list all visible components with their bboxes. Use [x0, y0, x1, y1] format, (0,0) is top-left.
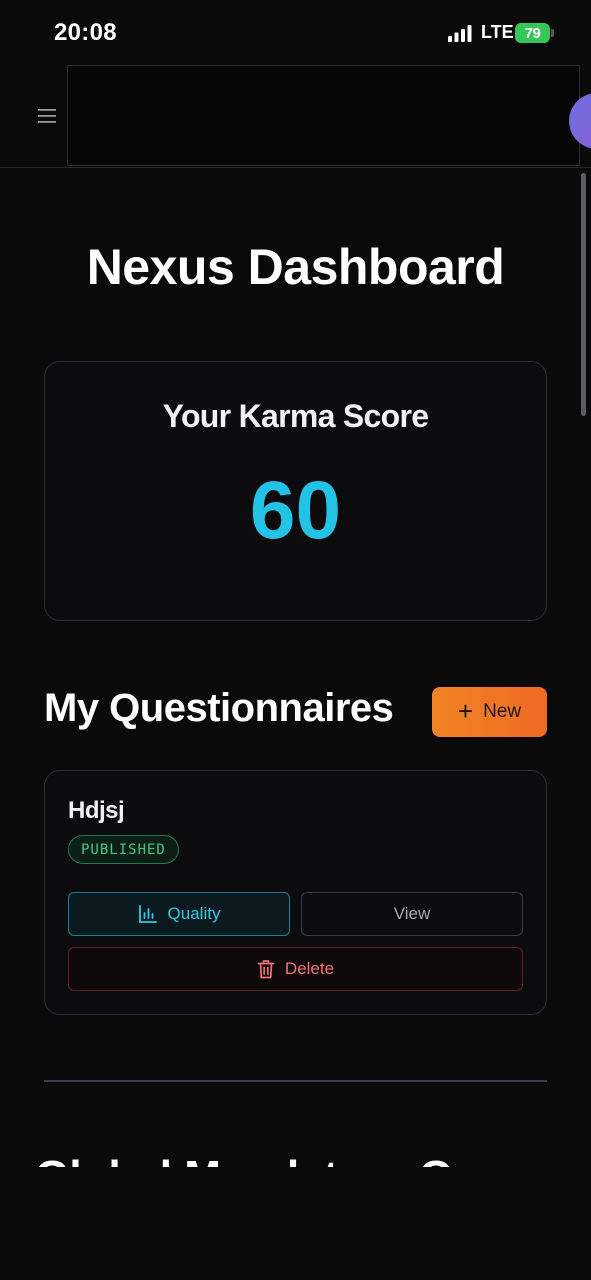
- hamburger-icon: [38, 109, 56, 123]
- top-nav: J: [0, 62, 591, 168]
- questionnaire-card: Hdjsj PUBLISHED Quality View Delete: [44, 770, 547, 1015]
- avatar[interactable]: J: [569, 93, 591, 149]
- menu-button[interactable]: [30, 102, 64, 130]
- quality-button[interactable]: Quality: [68, 892, 290, 936]
- delete-button-label: Delete: [284, 959, 335, 978]
- section-title-global-queue: Global Mandatory Queue: [0, 1152, 591, 1167]
- karma-label: Your Karma Score: [162, 398, 429, 434]
- header-content-area: J: [67, 65, 591, 166]
- bar-chart-icon: [138, 905, 157, 923]
- dashboard-page: 20:08 LTE 79 J Nexus Dashboard: [0, 0, 591, 1280]
- karma-card: Your Karma Score 60: [44, 361, 547, 621]
- section-title-questionnaires: My Questionnaires: [44, 686, 394, 730]
- view-button[interactable]: View: [301, 892, 523, 936]
- page-title: Nexus Dashboard: [86, 239, 505, 295]
- status-time: 20:08: [54, 19, 117, 46]
- new-questionnaire-button[interactable]: + New: [432, 687, 547, 737]
- new-button-label: New: [483, 701, 522, 722]
- signal-strength-icon: [448, 25, 472, 42]
- section-divider: [44, 1080, 547, 1082]
- status-badge: PUBLISHED: [68, 835, 179, 864]
- quality-button-label: Quality: [167, 904, 221, 923]
- battery-level: 79: [524, 24, 541, 42]
- status-bar: 20:08 LTE 79: [0, 0, 591, 62]
- trash-icon: [257, 960, 275, 979]
- next-section-clip: Global Mandatory Queue: [0, 1140, 591, 1167]
- network-type: LTE: [481, 22, 514, 42]
- view-button-label: View: [393, 904, 431, 923]
- battery-icon: 79: [515, 23, 550, 43]
- karma-value: 60: [249, 465, 342, 556]
- questionnaire-title: Hdjsj: [68, 797, 125, 824]
- delete-button[interactable]: Delete: [68, 947, 523, 991]
- battery-terminal: [551, 29, 554, 37]
- plus-icon: +: [457, 696, 474, 726]
